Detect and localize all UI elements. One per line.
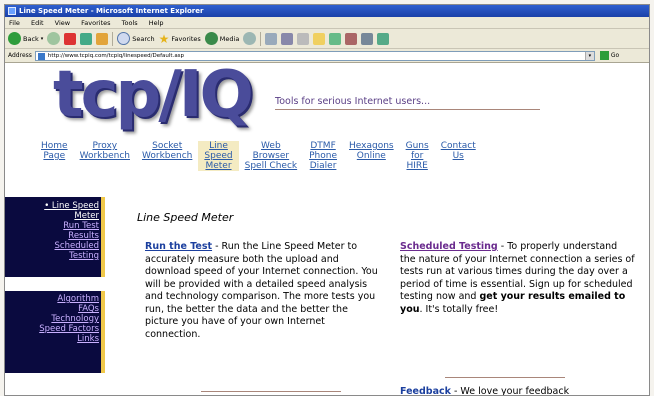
window-title: Line Speed Meter - Microsoft Internet Ex… [19,7,204,15]
refresh-icon[interactable] [80,32,93,45]
nav-dtmf-phone-dialer[interactable]: DTMF Phone Dialer [303,141,343,171]
menu-favorites[interactable]: Favorites [81,19,110,27]
sidebar: • Line Speed Meter Run Test Results Sche… [5,197,105,373]
feedback-text: - We love your feedback [450,386,570,396]
sidebar-group-tests: • Line Speed Meter Run Test Results Sche… [5,197,101,277]
search-icon [117,32,131,45]
folder-icon[interactable] [313,32,326,45]
scheduled-testing-link[interactable]: Scheduled Testing [400,241,498,252]
scheduled-testing-tail: . It's totally free! [419,303,499,315]
sidebar-item-meter[interactable]: Meter [5,211,99,221]
menu-bar: File Edit View Favorites Tools Help [5,17,649,29]
sidebar-item-testing[interactable]: Testing [5,251,99,261]
page-viewport: tcp/IQ Tools for serious Internet users.… [5,63,649,396]
extension-icon[interactable] [377,32,390,45]
nav-guns-for-hire[interactable]: Guns for HIRE [400,141,435,171]
media-button[interactable]: Media [204,32,239,45]
research-icon[interactable] [345,32,358,45]
edit-icon[interactable] [297,32,310,45]
media-icon [204,32,218,45]
run-test-link[interactable]: Run the Test [145,241,212,252]
nav-contact-us[interactable]: Contact Us [435,141,482,171]
nav-line-speed-meter[interactable]: Line Speed Meter [198,141,239,171]
toolbar-separator [260,31,262,46]
menu-file[interactable]: File [9,19,20,27]
address-bar: Address http://www.tcpiq.com/tcpiq/lines… [5,49,649,63]
print-icon[interactable] [281,32,294,45]
nav-home[interactable]: Home Page [35,141,74,171]
menu-edit[interactable]: Edit [31,19,44,27]
stop-icon[interactable] [64,32,77,45]
toolbar: Back ▾ Search ★ Favorites Media [5,29,649,49]
nav-web-browser-spell-check[interactable]: Web Browser Spell Check [239,141,304,171]
toolbar-separator [112,31,114,46]
back-button[interactable]: Back ▾ [8,32,43,45]
history-icon[interactable] [243,32,257,45]
sidebar-item-faqs[interactable]: FAQs [5,304,99,314]
menu-view[interactable]: View [55,19,70,27]
nav-proxy-workbench[interactable]: Proxy Workbench [74,141,136,171]
search-button[interactable]: Search [117,32,155,45]
forward-arrow-icon[interactable] [47,32,61,45]
divider [201,391,341,392]
sidebar-item-links[interactable]: Links [5,334,99,344]
feedback-paragraph: Feedback - We love your feedback [400,386,635,396]
divider [275,109,540,110]
tool-icon[interactable] [361,32,374,45]
browser-window: Line Speed Meter - Microsoft Internet Ex… [4,4,650,396]
sidebar-item-results[interactable]: Results [5,231,99,241]
sidebar-item-line-speed[interactable]: • Line Speed [5,201,99,211]
menu-help[interactable]: Help [149,19,164,27]
messenger-icon[interactable] [329,32,342,45]
chevron-down-icon: ▾ [40,35,44,42]
site-tagline: Tools for serious Internet users... [275,96,431,107]
page-icon [37,52,45,60]
sidebar-gap [5,277,105,291]
chevron-down-icon[interactable]: ▾ [584,51,594,60]
nav-hexagons-online[interactable]: Hexagons Online [343,141,400,171]
sidebar-group-info: Algorithm FAQs Technology Speed Factors … [5,291,101,373]
nav-socket-workbench[interactable]: Socket Workbench [136,141,198,171]
sidebar-item-speed-factors[interactable]: Speed Factors [5,324,99,334]
divider [445,377,565,378]
mail-icon[interactable] [265,32,278,45]
go-arrow-icon [599,51,609,60]
page-title: Line Speed Meter [137,211,234,224]
run-test-text: - Run the Line Speed Meter to accurately… [145,241,378,340]
back-arrow-icon [8,32,21,45]
scheduled-testing-paragraph: Scheduled Testing - To properly understa… [400,241,635,316]
ie-icon [8,7,16,15]
star-icon: ★ [158,31,170,46]
site-nav: Home Page Proxy Workbench Socket Workbench … [35,141,482,171]
menu-tools[interactable]: Tools [122,19,138,27]
address-url: http://www.tcpiq.com/tcpiq/linespeed/Def… [47,52,185,59]
address-input[interactable]: http://www.tcpiq.com/tcpiq/linespeed/Def… [34,50,595,61]
sidebar-item-run-test[interactable]: Run Test [5,221,99,231]
feedback-link[interactable]: Feedback [400,386,451,395]
address-label: Address [8,52,32,59]
home-icon[interactable] [96,32,109,45]
title-bar: Line Speed Meter - Microsoft Internet Ex… [5,5,649,17]
favorites-button[interactable]: ★ Favorites [159,32,201,46]
site-logo[interactable]: tcp/IQ [53,63,254,127]
sidebar-item-algorithm[interactable]: Algorithm [5,294,99,304]
run-test-paragraph: Run the Test - Run the Line Speed Meter … [145,241,381,341]
go-button[interactable]: Go [599,51,619,60]
sidebar-item-scheduled[interactable]: Scheduled [5,241,99,251]
sidebar-item-technology[interactable]: Technology [5,314,99,324]
